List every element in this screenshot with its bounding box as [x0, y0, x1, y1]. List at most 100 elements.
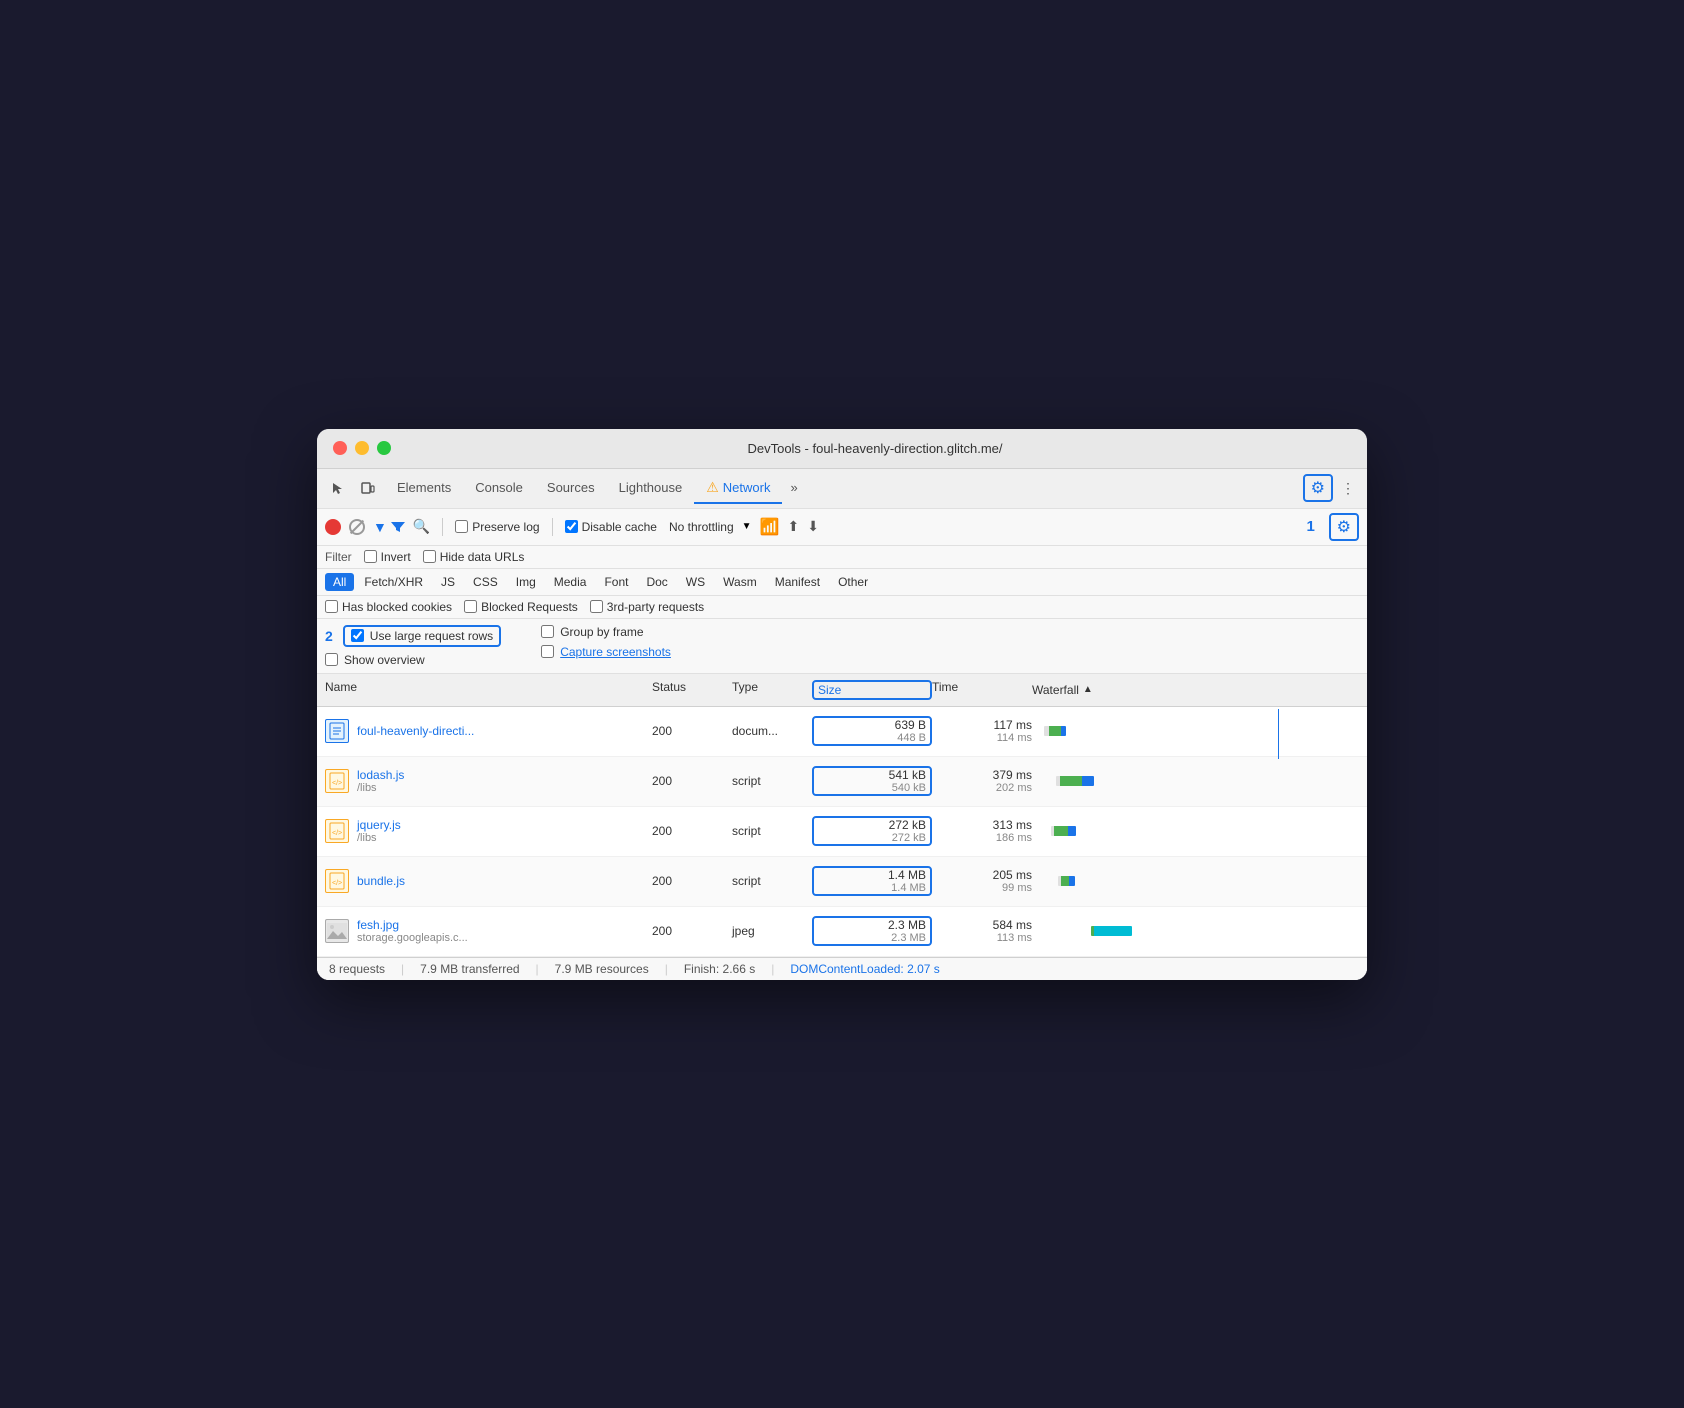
tab-bar: Elements Console Sources Lighthouse ⚠ Ne…	[385, 473, 1299, 504]
download-icon[interactable]: ⬇	[807, 518, 819, 535]
settings-active-button[interactable]: ⚙	[1329, 513, 1359, 541]
filter-other[interactable]: Other	[830, 573, 876, 591]
filter-font[interactable]: Font	[596, 573, 636, 591]
disable-cache-checkbox[interactable]: Disable cache	[565, 520, 657, 534]
header-status[interactable]: Status	[652, 680, 732, 700]
svg-text:</>: </>	[332, 880, 342, 887]
row-name-3: </> bundle.js	[325, 869, 652, 893]
row-name-2: </> jquery.js /libs	[325, 818, 652, 844]
status-divider-4: |	[771, 962, 774, 976]
col-size-4: 2.3 MB 2.3 MB	[812, 916, 932, 946]
cursor-icon	[331, 481, 345, 495]
svg-text:</>: </>	[332, 830, 342, 837]
header-size[interactable]: Size	[812, 680, 932, 700]
table-row[interactable]: </> jquery.js /libs 200 script 272 kB 27…	[317, 807, 1367, 857]
filter-css[interactable]: CSS	[465, 573, 506, 591]
extra-filters: Has blocked cookies Blocked Requests 3rd…	[317, 596, 1367, 619]
file-name-4: fesh.jpg	[357, 918, 468, 932]
blocked-requests-checkbox[interactable]: Blocked Requests	[464, 600, 578, 614]
more-button[interactable]: ⋮	[1337, 478, 1359, 499]
file-path-4: storage.googleapis.c...	[357, 932, 468, 944]
traffic-lights	[333, 441, 391, 455]
col-type-0: docum...	[732, 724, 812, 738]
capture-screenshots-checkbox[interactable]: Capture screenshots	[541, 645, 671, 659]
large-rows-checkbox[interactable]: Use large request rows	[343, 625, 501, 647]
warning-icon: ⚠	[706, 479, 719, 496]
settings-button[interactable]: ⚙	[1303, 474, 1333, 502]
hide-data-urls-checkbox[interactable]: Hide data URLs	[423, 550, 525, 564]
has-blocked-cookies-checkbox[interactable]: Has blocked cookies	[325, 600, 452, 614]
search-icon[interactable]: 🔍	[413, 518, 430, 535]
show-overview-checkbox[interactable]: Show overview	[325, 653, 501, 667]
filter-row: Filter Invert Hide data URLs	[317, 546, 1367, 569]
table-row[interactable]: </> bundle.js 200 script 1.4 MB 1.4 MB 2…	[317, 857, 1367, 907]
minimize-button[interactable]	[355, 441, 369, 455]
third-party-checkbox[interactable]: 3rd-party requests	[590, 600, 704, 614]
js-icon-3: </>	[325, 869, 349, 893]
close-button[interactable]	[333, 441, 347, 455]
file-name-0: foul-heavenly-directi...	[357, 724, 474, 738]
waterfall-2	[1032, 809, 1359, 854]
filter-ws[interactable]: WS	[678, 573, 713, 591]
finish-time: Finish: 2.66 s	[684, 962, 755, 976]
table-row[interactable]: </> lodash.js /libs 200 script 541 kB 54…	[317, 757, 1367, 807]
sort-arrow-icon: ▲	[1083, 684, 1093, 695]
tab-network[interactable]: ⚠ Network	[694, 473, 782, 504]
filter-fetch-xhr[interactable]: Fetch/XHR	[356, 573, 431, 591]
maximize-button[interactable]	[377, 441, 391, 455]
col-size-2: 272 kB 272 kB	[812, 816, 932, 846]
filter-checkboxes: Invert Hide data URLs	[364, 550, 525, 564]
group-by-frame-checkbox[interactable]: Group by frame	[541, 625, 671, 639]
filter-manifest[interactable]: Manifest	[767, 573, 828, 591]
table-header: Name Status Type Size Time Waterfall ▲	[317, 674, 1367, 707]
status-divider-3: |	[665, 962, 668, 976]
col-time-4: 584 ms 113 ms	[932, 918, 1032, 944]
col-type-4: jpeg	[732, 924, 812, 938]
col-time-2: 313 ms 186 ms	[932, 818, 1032, 844]
dom-content-loaded: DOMContentLoaded: 2.07 s	[790, 962, 939, 976]
table-row[interactable]: fesh.jpg storage.googleapis.c... 200 jpe…	[317, 907, 1367, 957]
col-type-3: script	[732, 874, 812, 888]
tab-sources[interactable]: Sources	[535, 474, 607, 503]
header-waterfall[interactable]: Waterfall ▲	[1032, 680, 1359, 700]
filter-js[interactable]: JS	[433, 573, 463, 591]
tab-more[interactable]: »	[782, 476, 805, 501]
waterfall-line-0	[1278, 709, 1279, 759]
device-icon-btn[interactable]	[355, 477, 381, 499]
requests-count: 8 requests	[329, 962, 385, 976]
row-name-1: </> lodash.js /libs	[325, 768, 652, 794]
filter-img[interactable]: Img	[508, 573, 544, 591]
img-icon-4	[325, 919, 349, 943]
clear-button[interactable]	[349, 519, 365, 535]
col-time-3: 205 ms 99 ms	[932, 868, 1032, 894]
tab-elements[interactable]: Elements	[385, 474, 463, 503]
settings-col-right: Group by frame Capture screenshots	[541, 625, 671, 659]
filter-all[interactable]: All	[325, 573, 354, 591]
invert-checkbox[interactable]: Invert	[364, 550, 411, 564]
header-type[interactable]: Type	[732, 680, 812, 700]
doc-icon-0	[325, 719, 349, 743]
filter-doc[interactable]: Doc	[638, 573, 675, 591]
filter-label: Filter	[325, 550, 352, 564]
tab-console[interactable]: Console	[463, 474, 535, 503]
col-size-0: 639 B 448 B	[812, 716, 932, 746]
table-row[interactable]: foul-heavenly-directi... 200 docum... 63…	[317, 707, 1367, 757]
network-toolbar: ▼ 🔍 Preserve log Disable cache No thrott…	[317, 509, 1367, 546]
header-name[interactable]: Name	[325, 680, 652, 700]
tab-lighthouse[interactable]: Lighthouse	[607, 474, 695, 503]
wifi-icon[interactable]: 📶	[760, 517, 780, 537]
preserve-log-checkbox[interactable]: Preserve log	[455, 520, 539, 534]
status-bar: 8 requests | 7.9 MB transferred | 7.9 MB…	[317, 957, 1367, 980]
row-name-0: foul-heavenly-directi...	[325, 719, 652, 743]
header-time[interactable]: Time	[932, 680, 1032, 700]
resources-amount: 7.9 MB resources	[555, 962, 649, 976]
file-path-1: /libs	[357, 782, 404, 794]
throttle-dropdown-arrow[interactable]: ▼	[742, 521, 752, 532]
record-button[interactable]	[325, 519, 341, 535]
filter-media[interactable]: Media	[546, 573, 595, 591]
cursor-icon-btn[interactable]	[325, 477, 351, 499]
devtools-window: DevTools - foul-heavenly-direction.glitc…	[317, 429, 1367, 980]
filter-wasm[interactable]: Wasm	[715, 573, 765, 591]
filter-icon[interactable]: ▼	[373, 519, 405, 535]
upload-icon[interactable]: ⬆	[787, 518, 799, 535]
